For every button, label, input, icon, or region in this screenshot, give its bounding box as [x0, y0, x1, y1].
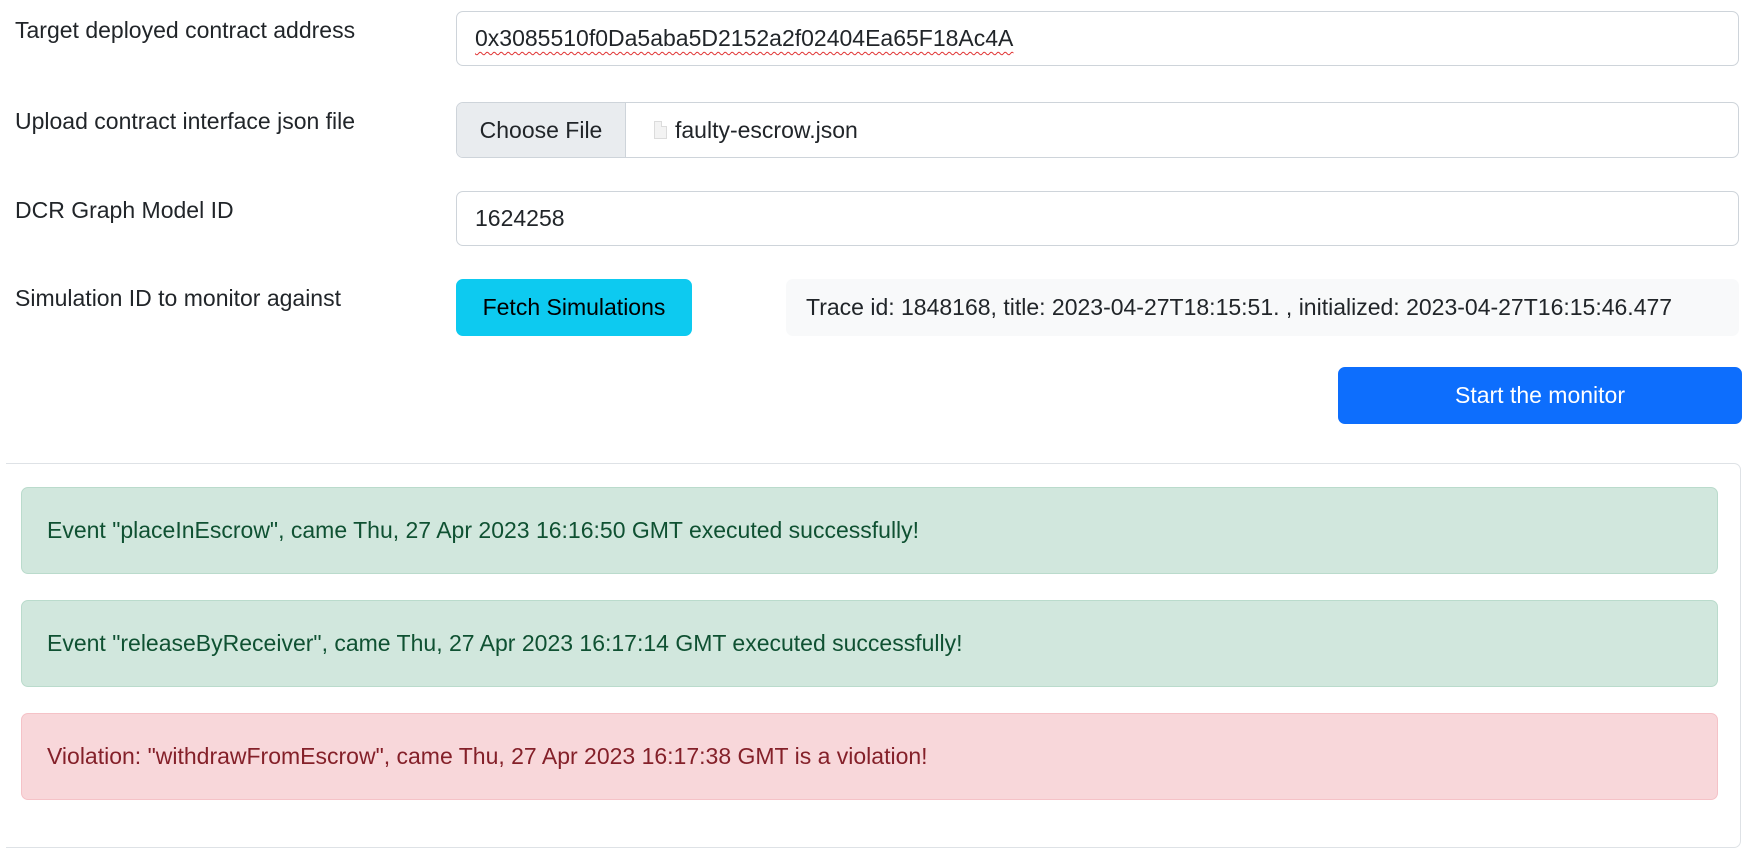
event-alert-success: Event "placeInEscrow", came Thu, 27 Apr … [21, 487, 1718, 574]
interface-file-label: Upload contract interface json file [15, 108, 356, 134]
monitor-page: Target deployed contract address 0x30855… [0, 0, 1752, 852]
document-icon [654, 121, 667, 139]
selected-file: faulty-escrow.json [626, 103, 858, 157]
event-alert-text: Event "releaseByReceiver", came Thu, 27 … [47, 630, 963, 656]
contract-address-input[interactable]: 0x3085510f0Da5aba5D2152a2f02404Ea65F18Ac… [456, 11, 1739, 66]
simulation-label: Simulation ID to monitor against [15, 285, 341, 311]
file-name: faulty-escrow.json [675, 116, 858, 143]
choose-file-button[interactable]: Choose File [457, 103, 626, 157]
event-alert-text: Violation: "withdrawFromEscrow", came Th… [47, 743, 928, 769]
start-monitor-button[interactable]: Start the monitor [1338, 367, 1742, 424]
contract-address-label: Target deployed contract address [15, 17, 356, 43]
simulation-select[interactable]: Trace id: 1848168, title: 2023-04-27T18:… [786, 279, 1739, 336]
interface-file-input[interactable]: Choose File faulty-escrow.json [456, 102, 1739, 158]
event-alert-success: Event "releaseByReceiver", came Thu, 27 … [21, 600, 1718, 687]
fetch-simulations-button[interactable]: Fetch Simulations [456, 279, 692, 336]
simulation-selected-value: Trace id: 1848168, title: 2023-04-27T18:… [806, 294, 1673, 320]
event-alert-violation: Violation: "withdrawFromEscrow", came Th… [21, 713, 1718, 800]
event-alert-text: Event "placeInEscrow", came Thu, 27 Apr … [47, 517, 920, 543]
model-id-input[interactable] [456, 191, 1739, 246]
contract-address-value: 0x3085510f0Da5aba5D2152a2f02404Ea65F18Ac… [475, 25, 1014, 51]
model-id-label: DCR Graph Model ID [15, 197, 234, 223]
